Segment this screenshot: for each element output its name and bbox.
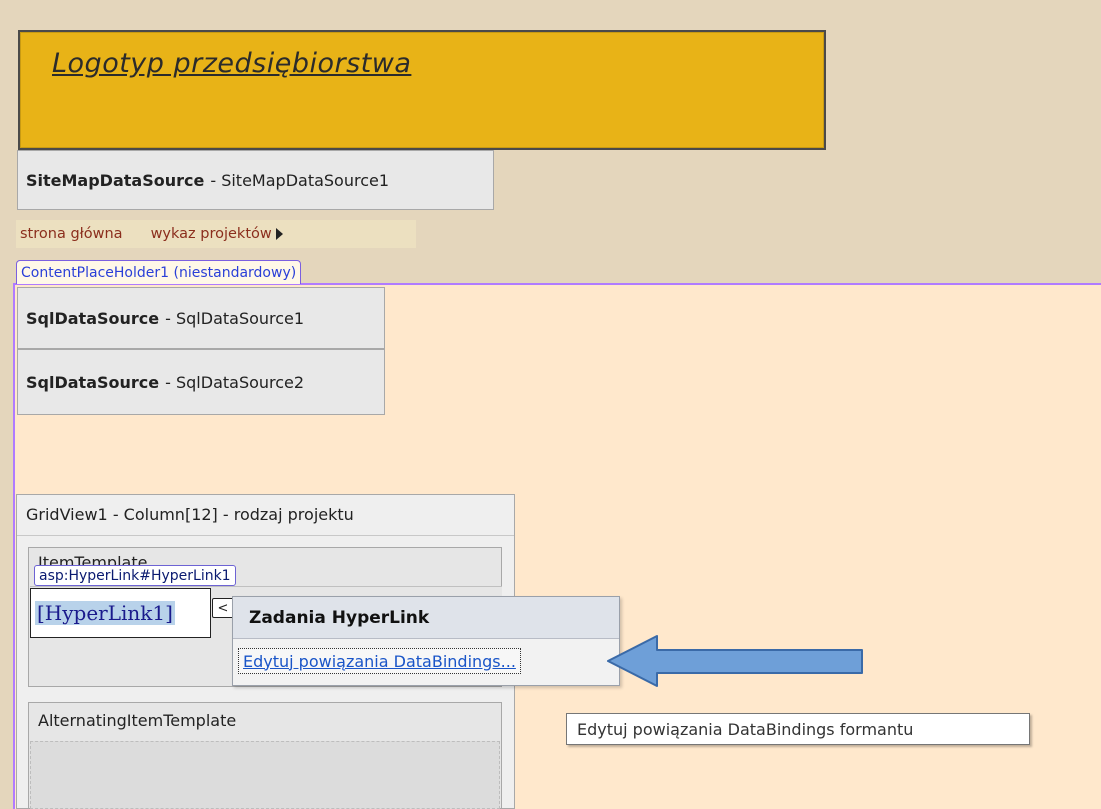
menu-item-projects[interactable]: wykaz projektów [151,226,272,242]
tooltip: Edytuj powiązania DataBindings formantu [566,713,1030,745]
smart-tag-button[interactable]: < [212,598,234,618]
gridview-template-title: GridView1 - Column[12] - rodzaj projektu [26,505,354,524]
divider [17,535,514,536]
sql-datasource-1-name: - SqlDataSource1 [165,308,305,328]
alternating-item-template-label: AlternatingItemTemplate [38,711,237,730]
sql-datasource-1-type: SqlDataSource [26,308,160,328]
submenu-arrow-icon [275,228,283,240]
annotation-arrow-icon [607,635,863,687]
sql-datasource-1[interactable]: SqlDataSource - SqlDataSource1 [17,287,385,349]
sitemap-datasource-name: - SiteMapDataSource1 [210,170,390,190]
hyperlink-control[interactable]: [HyperLink1] [30,588,211,638]
sql-datasource-2-name: - SqlDataSource2 [165,372,305,392]
sitemap-datasource-type: SiteMapDataSource [26,170,205,190]
sql-datasource-2[interactable]: SqlDataSource - SqlDataSource2 [17,349,385,415]
logo-text: Logotyp przedsiębiorstwa [52,48,412,79]
hyperlink-control-tag[interactable]: asp:HyperLink#HyperLink1 [34,565,236,586]
tasks-popup-title: Zadania HyperLink [233,597,619,639]
sitemap-datasource[interactable]: SiteMapDataSource - SiteMapDataSource1 [17,150,494,210]
hyperlink-control-text: [HyperLink1] [35,601,175,625]
edit-databindings-link[interactable]: Edytuj powiązania DataBindings... [238,648,521,674]
site-menu: strona główna wykaz projektów [16,220,416,248]
content-placeholder-label[interactable]: ContentPlaceHolder1 (niestandardowy) [16,260,302,284]
sql-datasource-2-type: SqlDataSource [26,372,160,392]
alternating-item-template-body[interactable] [30,741,500,809]
menu-item-home[interactable]: strona główna [20,226,123,242]
